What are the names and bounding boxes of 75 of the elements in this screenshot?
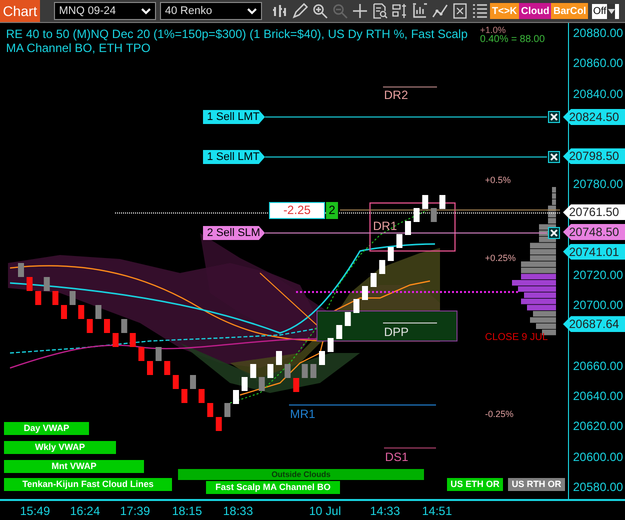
percent-note: 0.40% = 88.00 <box>480 35 545 45</box>
indicator-toggle[interactable]: Cloud <box>519 3 552 19</box>
percent-level-label: -0.25% <box>485 409 514 419</box>
crosshair-icon[interactable] <box>352 3 368 19</box>
time-tick: 16:24 <box>68 504 102 518</box>
price-tick: 20880.00 <box>573 26 624 40</box>
chart-frame-icon[interactable] <box>412 3 428 19</box>
chevron-down-icon <box>141 8 151 14</box>
close-icon[interactable] <box>548 111 560 123</box>
bar-type-select[interactable]: 40 Renko <box>160 2 262 20</box>
chevron-down-icon <box>247 8 257 14</box>
position-pnl: -2.25 <box>269 202 325 219</box>
time-tick: 14:51 <box>420 504 454 518</box>
line-chart-icon[interactable] <box>432 3 448 19</box>
price-tick: 20860.00 <box>573 56 624 70</box>
indicator-label[interactable]: Fast Scalp MA Channel BO <box>206 481 340 494</box>
price-tick: 20700.00 <box>573 298 624 312</box>
price-tick: 20640.00 <box>573 389 624 404</box>
time-tick: 18:33 <box>222 504 254 518</box>
close-icon[interactable] <box>548 151 560 163</box>
indicator-label[interactable]: US RTH OR <box>508 478 565 491</box>
indicator-toggle[interactable]: BarCol <box>551 3 588 19</box>
indicator-label[interactable]: Day VWAP <box>4 422 89 435</box>
indicator-label[interactable]: Outside Clouds <box>178 469 424 480</box>
zoom-in-icon[interactable] <box>312 3 328 19</box>
indicator-toggle[interactable]: T<>K <box>490 3 520 19</box>
percent-note: +1.0% <box>480 25 507 35</box>
price-tick: 20580.00 <box>573 480 624 494</box>
pivot-label: DR2 <box>384 88 408 102</box>
price-marker: 20748.50 <box>563 224 625 240</box>
indicator-label[interactable]: Wkly VWAP <box>4 441 116 454</box>
price-tick: 20620.00 <box>573 419 624 434</box>
close-icon[interactable] <box>548 227 560 239</box>
pivot-label: DR1 <box>373 219 398 233</box>
price-tick: 20660.00 <box>573 358 624 373</box>
indicator-label[interactable]: Tenkan-Kijun Fast Cloud Lines <box>4 478 172 491</box>
pivot-line <box>382 322 438 324</box>
order-label[interactable]: 1 Sell LMT <box>203 110 265 124</box>
price-tick: 20780.00 <box>573 177 624 192</box>
indicator-label[interactable]: Mnt VWAP <box>4 460 144 473</box>
percent-level-label: +0.25% <box>485 253 516 263</box>
properties-icon[interactable] <box>392 3 408 19</box>
time-tick: 18:15 <box>170 504 204 518</box>
pivot-label: MR1 <box>290 407 316 421</box>
price-tick: 20720.00 <box>573 268 624 282</box>
pivot-label: DS1 <box>385 450 408 464</box>
price-marker: 20741.01 <box>563 244 625 260</box>
chevron-down-icon <box>608 8 615 14</box>
price-tick: 20840.00 <box>573 86 624 101</box>
bar-chart-icon[interactable] <box>272 3 288 19</box>
pivot-line <box>382 86 438 88</box>
chart-button[interactable]: Chart <box>0 0 40 22</box>
document-search-icon[interactable] <box>372 3 388 19</box>
price-marker: 20761.50 <box>563 204 625 220</box>
indicator-label[interactable]: US ETH OR <box>447 478 503 491</box>
instrument-select[interactable]: MNQ 09-24 <box>54 2 156 20</box>
price-marker: 20798.50 <box>563 148 625 164</box>
pencil-icon[interactable] <box>292 3 308 19</box>
price-marker: 20824.50 <box>563 108 625 125</box>
time-tick: 17:39 <box>118 504 152 518</box>
pivot-label: DPP <box>384 325 409 339</box>
mode-select[interactable]: Off <box>592 4 620 18</box>
percent-level-label: +0.5% <box>485 175 511 185</box>
list-icon[interactable] <box>472 3 488 19</box>
pivot-line <box>384 447 436 449</box>
chart-title: RE 40 to 50 (M)NQ Dec 20 (1%=150p=$300) (1 Brick=$40), US Dy RTH %, Fast Scalp MA Channel BO, ETH TPO <box>6 27 469 55</box>
price-tick: 20600.00 <box>573 450 624 464</box>
order-label[interactable]: 2 Sell SLM <box>203 226 265 240</box>
time-tick: 15:49 <box>18 504 52 518</box>
position-quantity: 2 <box>326 202 338 219</box>
price-marker: 20687.64 <box>563 316 625 332</box>
close-label: CLOSE 9 JUL <box>485 332 548 343</box>
order-label[interactable]: 1 Sell LMT <box>203 150 265 164</box>
time-tick: 14:33 <box>368 504 402 518</box>
time-tick: 10 Jul <box>308 504 342 518</box>
